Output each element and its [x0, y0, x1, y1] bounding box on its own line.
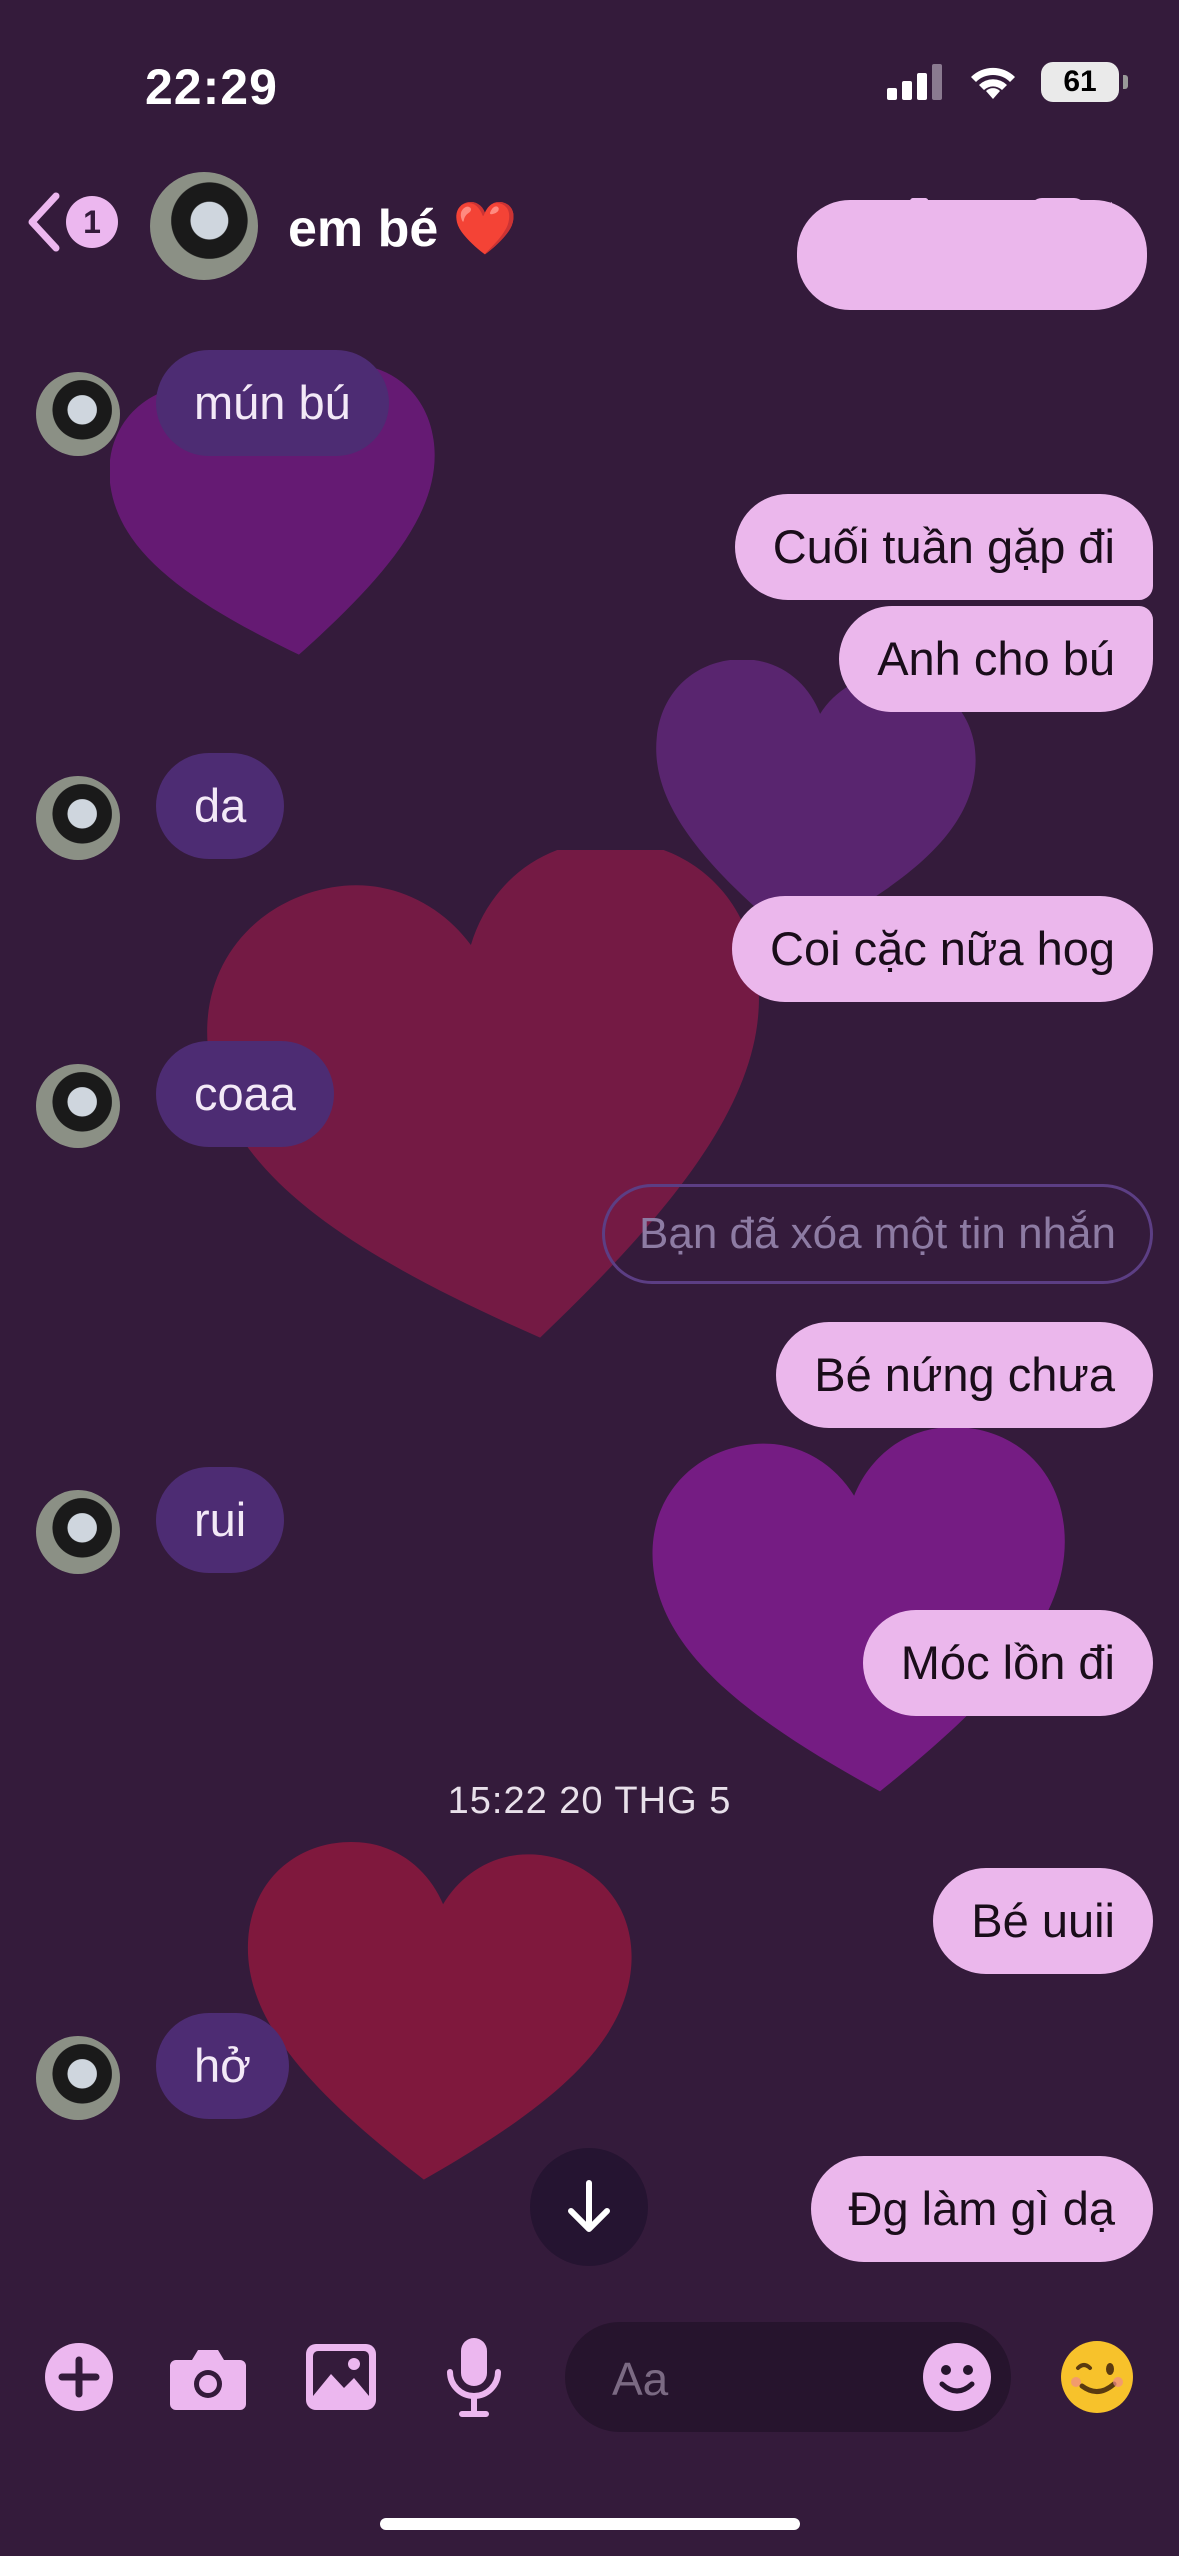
message-text: Bé uuii — [971, 1894, 1115, 1947]
message-avatar[interactable] — [36, 2036, 120, 2120]
message-text: mún bú — [194, 376, 351, 429]
message-bubble-outgoing[interactable]: Bé uuii — [933, 1868, 1153, 1974]
message-text: Móc lồn đi — [900, 1636, 1115, 1689]
signal-icon — [887, 64, 942, 100]
message-bubble-outgoing[interactable]: dạ — [797, 200, 1147, 310]
message-text: Bé nứng chưa — [814, 1348, 1115, 1401]
unread-count-badge: 1 — [66, 196, 118, 248]
message-bubble-incoming[interactable]: hở — [156, 2013, 289, 2119]
scroll-to-bottom-button[interactable] — [530, 2148, 648, 2266]
message-bubble-incoming[interactable]: mún bú — [156, 350, 389, 456]
message-bubble-incoming[interactable]: coaa — [156, 1041, 334, 1147]
message-text: coaa — [194, 1067, 296, 1120]
message-avatar[interactable] — [36, 372, 120, 456]
message-bubble-outgoing[interactable]: Coi cặc nữa hog — [732, 896, 1153, 1002]
image-icon[interactable] — [306, 2344, 376, 2410]
message-avatar[interactable] — [36, 1064, 120, 1148]
plus-icon[interactable] — [44, 2342, 114, 2412]
wifi-icon — [971, 67, 1015, 99]
back-button[interactable]: 1 — [26, 192, 118, 252]
wink-emoji-icon[interactable] — [1060, 2340, 1134, 2414]
battery-level: 61 — [1063, 65, 1097, 98]
deleted-message-notice: Bạn đã xóa một tin nhắn — [602, 1184, 1153, 1284]
home-indicator — [380, 2518, 800, 2530]
message-bubble-outgoing[interactable]: Anh cho bú — [839, 606, 1153, 712]
message-input-placeholder: Aa — [612, 2353, 669, 2405]
message-text: Đg làm gì dạ — [848, 2182, 1115, 2235]
contact-avatar[interactable] — [150, 172, 258, 280]
message-text: hở — [194, 2039, 251, 2092]
status-icons: 61 — [887, 62, 1128, 102]
message-bubble-incoming[interactable]: rui — [156, 1467, 285, 1573]
status-time: 22:29 — [145, 59, 278, 115]
camera-icon[interactable] — [170, 2346, 246, 2410]
message-bubble-outgoing[interactable]: Bé nứng chưa — [776, 1322, 1153, 1428]
heart-decoration-icon — [247, 1842, 632, 2180]
contact-name[interactable]: em bé ❤️ — [288, 198, 517, 259]
message-timestamp: 15:22 20 THG 5 — [447, 1780, 732, 1822]
message-avatar[interactable] — [36, 776, 120, 860]
back-chevron-icon — [28, 192, 60, 252]
message-bubble-outgoing[interactable]: Đg làm gì dạ — [810, 2156, 1153, 2262]
arrow-down-icon — [568, 2180, 610, 2232]
message-bubble-outgoing[interactable]: Móc lồn đi — [862, 1610, 1153, 1716]
message-text: Bạn đã xóa một tin nhắn — [639, 1209, 1116, 1258]
smile-icon[interactable] — [922, 2342, 992, 2412]
message-bubble-incoming[interactable]: da — [156, 753, 285, 859]
microphone-icon[interactable] — [446, 2338, 502, 2418]
message-avatar[interactable] — [36, 1490, 120, 1574]
message-text: Coi cặc nữa hog — [770, 922, 1115, 975]
message-text: Cuối tuần gặp đi — [772, 520, 1115, 573]
message-bubble-outgoing[interactable]: Cuối tuần gặp đi — [734, 494, 1153, 600]
battery-icon: 61 — [1041, 62, 1128, 102]
message-text: rui — [194, 1493, 247, 1546]
message-text: da — [194, 779, 247, 832]
message-text: Anh cho bú — [877, 632, 1115, 685]
